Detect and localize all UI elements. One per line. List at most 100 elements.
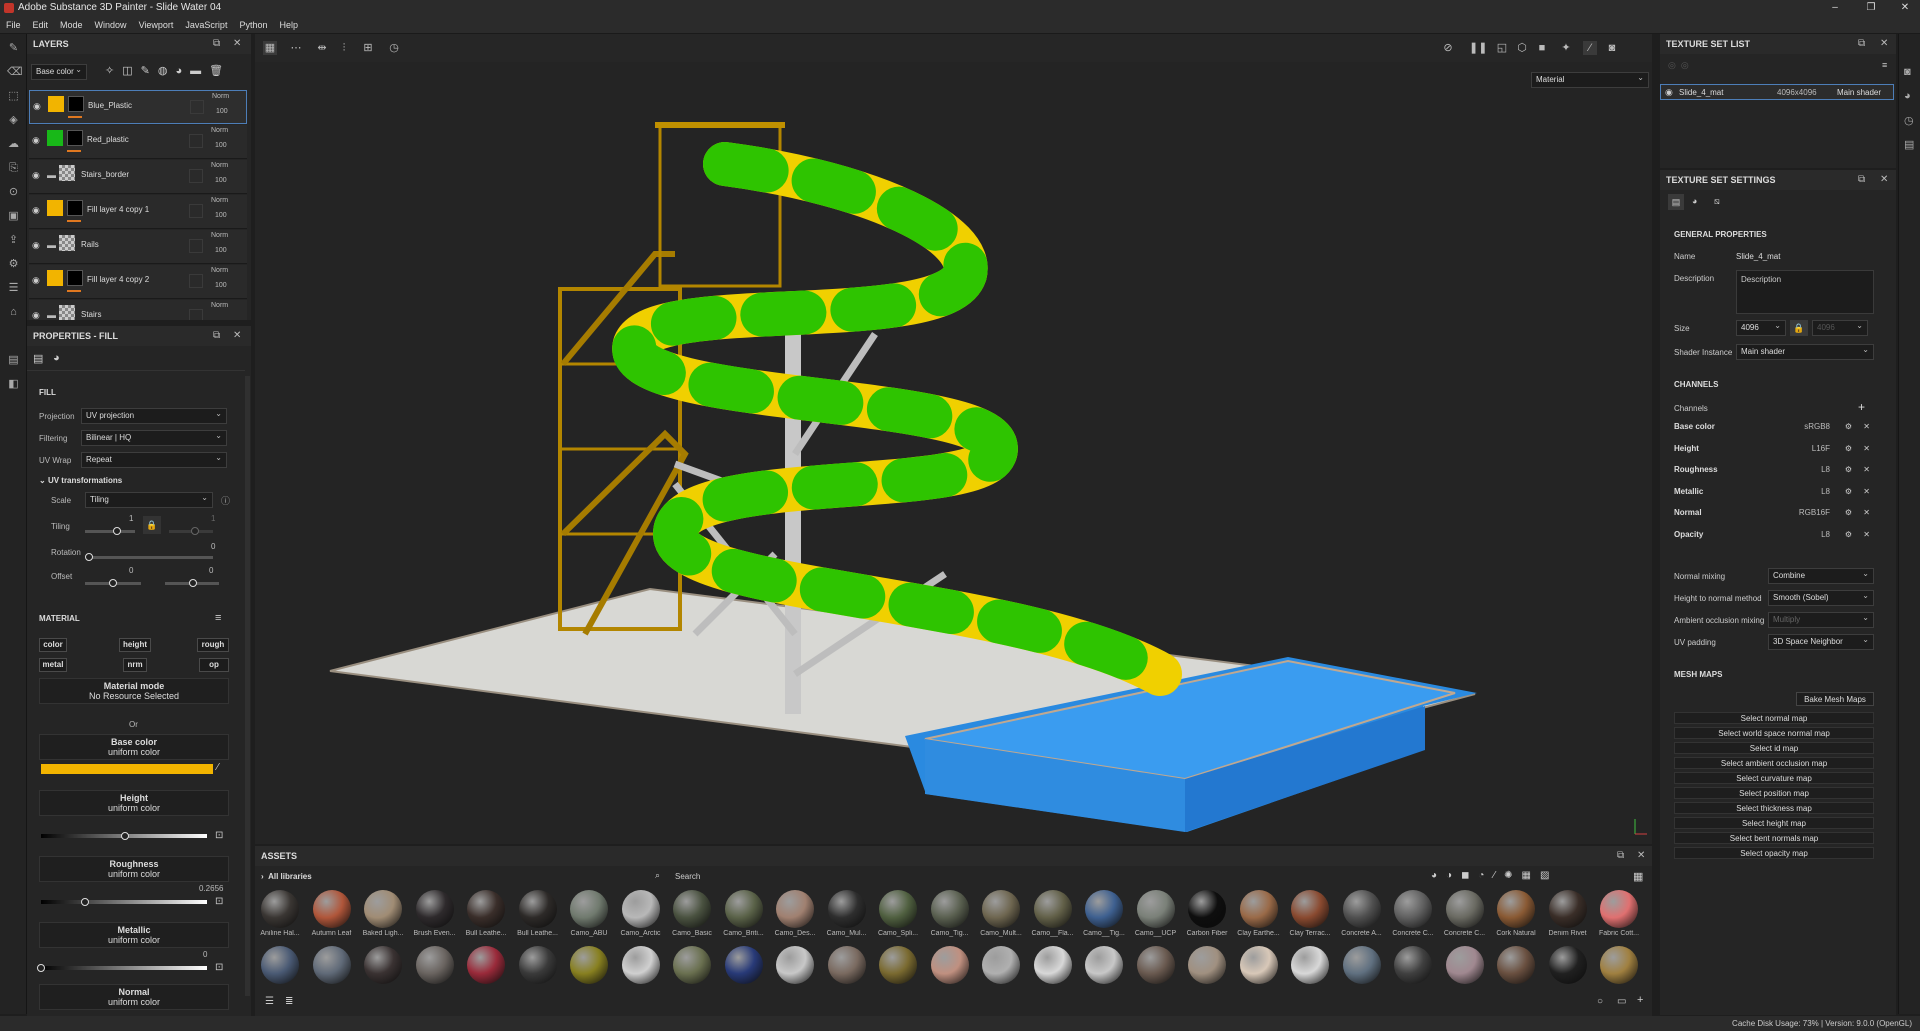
smudge-icon[interactable]: ☁ [7, 138, 20, 151]
add-asset-icon[interactable]: + [1637, 994, 1643, 1006]
menu-viewport[interactable]: Viewport [133, 16, 180, 34]
add-mask-icon[interactable]: ◫ [122, 65, 140, 77]
menu-python[interactable]: Python [233, 16, 273, 34]
material-thumbnail[interactable] [261, 946, 299, 984]
rotation-knob[interactable] [85, 553, 93, 561]
grid-view-icon[interactable]: ▦ [263, 41, 277, 55]
material-thumbnail[interactable] [570, 890, 608, 928]
eraser-icon[interactable]: ⌫ [7, 66, 23, 79]
material-thumbnail[interactable] [415, 946, 454, 984]
material-thumbnail[interactable] [1188, 890, 1226, 928]
offset-knob-a[interactable] [109, 579, 117, 587]
material-thumbnail[interactable] [1136, 946, 1175, 984]
select-map-button[interactable]: Select normal map [1674, 712, 1874, 724]
remove-channel-icon[interactable]: ✕ [1863, 465, 1870, 474]
material-menu-icon[interactable]: ≡ [215, 612, 221, 624]
texture-set-row[interactable]: ◉ Slide_4_mat 4096x4096 Main shader [1660, 84, 1894, 100]
material-thumbnail[interactable] [1445, 946, 1484, 984]
close-panel-icon[interactable]: ✕ [233, 326, 241, 346]
channel-settings-icon[interactable]: ⚙ [1845, 465, 1852, 474]
pause-icon[interactable]: ❚❚ [1469, 41, 1487, 55]
export-icon[interactable]: ⇪ [7, 234, 20, 247]
layer-opacity[interactable]: 100 [215, 142, 227, 149]
material-thumbnail[interactable] [982, 890, 1020, 928]
filter-materials-icon[interactable]: ◕ [1431, 870, 1446, 881]
blend-mode[interactable]: Norm [211, 232, 228, 239]
undock-icon[interactable]: ⧉ [213, 34, 220, 54]
material-thumbnail[interactable] [1291, 890, 1329, 928]
align-icon[interactable]: ⫶ [337, 41, 351, 55]
display-settings-icon[interactable]: ◙ [1904, 66, 1911, 78]
material-thumbnail[interactable] [415, 890, 454, 928]
filter-particles-icon[interactable]: ✺ [1504, 870, 1521, 881]
camera-icon[interactable]: ■ [1535, 41, 1549, 55]
add-smart-icon[interactable]: ◕ [175, 65, 190, 77]
bake-mesh-maps-button[interactable]: Bake Mesh Maps [1796, 692, 1874, 706]
blend-mode[interactable]: Norm [211, 127, 228, 134]
base-color-swatch[interactable] [41, 764, 213, 774]
tiling-slider-b[interactable] [169, 527, 213, 535]
blend-mode[interactable]: Norm [211, 302, 228, 309]
filter-smart-icon[interactable]: ◑ [1446, 870, 1461, 881]
material-thumbnail[interactable] [776, 946, 814, 984]
material-thumbnail[interactable] [1497, 946, 1535, 984]
channel-settings-icon[interactable]: ⚙ [1845, 422, 1852, 431]
close-panel-icon[interactable]: ✕ [1637, 846, 1645, 866]
metallic-reset-icon[interactable]: ⊡ [215, 962, 223, 973]
add-effect-icon[interactable]: ✧ [105, 65, 122, 77]
select-map-button[interactable]: Select position map [1674, 787, 1874, 799]
undock-icon[interactable]: ⧉ [1858, 34, 1865, 54]
height-knob[interactable] [121, 832, 129, 840]
eye-icon[interactable]: ◉ [32, 170, 44, 180]
brush-mode-icon[interactable]: ⁄ [1583, 41, 1597, 55]
metallic-slider[interactable] [37, 964, 207, 972]
layer-opacity[interactable]: 100 [215, 282, 227, 289]
material-tab-icon[interactable]: ◕ [53, 352, 60, 364]
chip-nrm[interactable]: nrm [123, 658, 147, 672]
layer-opacity[interactable]: 100 [215, 177, 227, 184]
layer-option-box[interactable] [189, 274, 203, 288]
material-thumbnail[interactable] [312, 946, 351, 984]
material-thumbnail[interactable] [570, 946, 608, 984]
material-thumbnail[interactable] [1033, 890, 1072, 928]
log-icon[interactable]: ▤ [1904, 138, 1914, 151]
paint-brush-icon[interactable]: ✎ [7, 42, 20, 55]
material-thumbnail[interactable] [1085, 890, 1123, 928]
eye-icon[interactable]: ◉ [32, 275, 44, 285]
layer-row[interactable]: ◉ ▬ Rails Norm 100 [29, 230, 247, 264]
layer-option-box[interactable] [189, 134, 203, 148]
view-3d-icon[interactable]: ⬡ [1515, 41, 1529, 55]
offset-slider-b[interactable] [165, 579, 219, 587]
symmetry-icon[interactable]: ⇹ [315, 41, 329, 55]
menu-mode[interactable]: Mode [54, 16, 89, 34]
eye-icon[interactable]: ◉ [33, 101, 45, 111]
material-thumbnail[interactable] [467, 946, 505, 984]
filter-env-icon[interactable]: ▨ [1540, 870, 1558, 881]
metallic-knob[interactable] [37, 964, 45, 972]
fill-tab-icon[interactable]: ▤ [33, 352, 43, 365]
tiling-slider[interactable] [85, 527, 135, 535]
material-thumbnail[interactable] [827, 890, 866, 928]
viewport-mode-select[interactable]: Material [1531, 71, 1649, 88]
channel-format[interactable]: RGB16F [1799, 508, 1830, 517]
display-icon[interactable]: ☰ [7, 282, 20, 295]
blend-mode[interactable]: Norm [211, 162, 228, 169]
channel-settings-icon[interactable]: ⚙ [1845, 508, 1852, 517]
add-fill-layer-icon[interactable]: ◍ [158, 65, 176, 77]
material-thumbnail[interactable] [1548, 890, 1587, 928]
description-input[interactable]: Description [1736, 270, 1874, 314]
layer-option-box[interactable] [190, 100, 204, 114]
close-window-button[interactable]: ✕ [1890, 0, 1920, 16]
roughness-knob[interactable] [81, 898, 90, 906]
add-folder-icon[interactable]: ▬ [190, 65, 209, 77]
offset-slider-a[interactable] [85, 579, 141, 587]
eye-icon[interactable]: ◉ [1665, 87, 1673, 98]
layer-opacity[interactable]: 100 [216, 108, 228, 115]
material-thumbnail[interactable] [621, 946, 660, 984]
clone-icon[interactable]: ⎘ [7, 162, 20, 175]
chip-metal[interactable]: metal [39, 658, 67, 672]
filter-mask-icon[interactable]: ◼ [1461, 870, 1478, 881]
view-2d-icon[interactable]: ◱ [1495, 41, 1509, 55]
material-thumbnail[interactable] [1445, 890, 1484, 928]
viewport-3d[interactable] [255, 34, 1652, 844]
